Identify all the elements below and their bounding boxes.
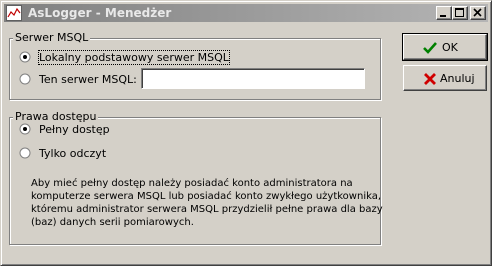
close-button[interactable] xyxy=(470,6,486,20)
radio-full-access-label[interactable]: Pełny dostęp xyxy=(39,123,110,136)
description-line: komputerze serwera MSQL lub posiadać kon… xyxy=(31,191,382,202)
cancel-button-label: Anuluj xyxy=(440,72,475,85)
checkmark-icon xyxy=(423,42,437,54)
maximize-icon xyxy=(455,8,464,17)
close-icon xyxy=(473,8,482,17)
description-line: któremu administrator serwera MSQL przyd… xyxy=(31,204,383,215)
minimize-icon xyxy=(440,15,446,17)
ok-button[interactable]: OK xyxy=(402,33,488,61)
description-line: (baz) danych serii pomiarowych. xyxy=(31,217,194,228)
radio-this-server[interactable] xyxy=(19,73,31,85)
maximize-button[interactable] xyxy=(452,6,468,20)
description-line: Aby mieć pełny dostęp należy posiadać ko… xyxy=(31,178,353,189)
radio-local-server[interactable] xyxy=(19,51,31,63)
radio-read-only[interactable] xyxy=(19,147,31,159)
server-group-title: Serwer MSQL xyxy=(13,31,91,44)
radio-read-only-label[interactable]: Tylko odczyt xyxy=(39,147,106,160)
window-title: AsLogger - Menedżer xyxy=(28,6,172,20)
access-description: Aby mieć pełny dostęp należy posiadać ko… xyxy=(31,177,383,229)
x-icon xyxy=(424,73,436,85)
minimize-button[interactable] xyxy=(436,6,452,20)
cancel-button[interactable]: Anuluj xyxy=(403,65,487,91)
server-address-input[interactable] xyxy=(141,68,365,89)
radio-full-access[interactable] xyxy=(19,123,31,135)
radio-local-server-label[interactable]: Lokalny podstawowy serwer MSQL xyxy=(38,50,230,65)
ok-button-label: OK xyxy=(442,41,458,54)
manager-dialog: AsLogger - Menedżer Serwer MSQL Lokalny … xyxy=(0,0,492,266)
app-chart-icon xyxy=(6,5,22,21)
title-bar[interactable]: AsLogger - Menedżer xyxy=(4,4,488,22)
radio-this-server-label[interactable]: Ten serwer MSQL: xyxy=(39,73,137,86)
access-group-title: Prawa dostępu xyxy=(13,110,99,123)
